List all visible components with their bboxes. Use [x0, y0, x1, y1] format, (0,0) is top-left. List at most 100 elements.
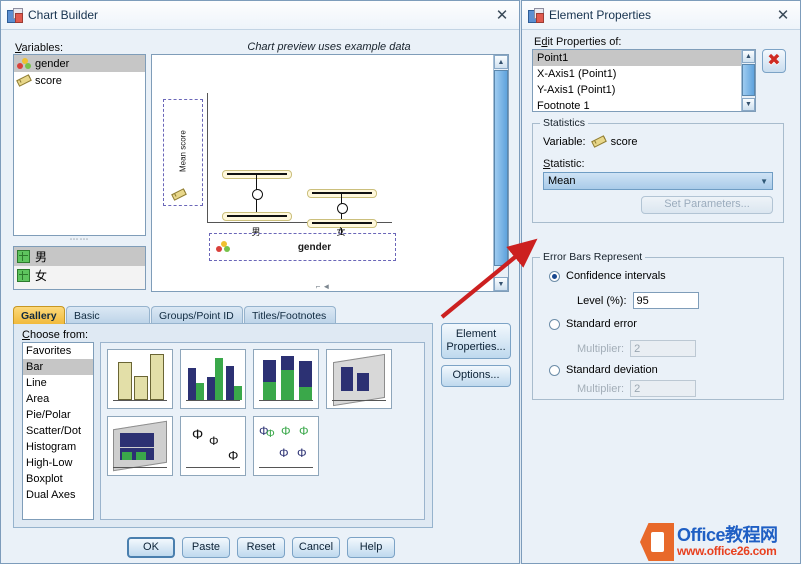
y-axis-drop-label: Mean score [178, 130, 188, 172]
scrollbar-thumb[interactable] [494, 70, 508, 266]
y-axis-line [207, 93, 208, 223]
choose-from-list[interactable]: Favorites Bar Line Area Pie/Polar Scatte… [22, 342, 94, 520]
scroll-up-icon[interactable]: ▲ [494, 55, 508, 69]
variable-row-score[interactable]: score [14, 72, 145, 89]
variable-row-gender[interactable]: gender [14, 55, 145, 72]
tab-basic-elements[interactable]: Basic Elements [66, 306, 150, 340]
choose-item-high-low[interactable]: High-Low [23, 455, 93, 471]
standard-deviation-multiplier-row: Multiplier: 2 [577, 380, 697, 397]
chart-preview-pane[interactable]: Mean score 男 女 gender ⌐◄ ▲ ▼ [151, 54, 509, 292]
category-row-male[interactable]: 男 [14, 247, 145, 266]
help-button[interactable]: Help [347, 537, 395, 558]
close-icon[interactable]: ✕ [491, 5, 513, 25]
x-axis-drop-zone[interactable]: gender [209, 233, 396, 261]
gallery-tabstrip: Gallery Basic Elements Groups/Point ID T… [13, 306, 433, 340]
error-bars-legend: Error Bars Represent [540, 251, 646, 263]
clustered-error-bar-thumb[interactable]: Φ Φ Φ Φ Φ Φ [253, 416, 319, 476]
radio-icon [549, 364, 560, 376]
choose-item-line[interactable]: Line [23, 375, 93, 391]
properties-item-point1[interactable]: Point1 [533, 50, 755, 66]
close-icon[interactable]: ✕ [772, 5, 794, 25]
red-x-icon: ✖ [767, 52, 781, 69]
y-axis-drop-zone[interactable]: Mean score [163, 99, 203, 206]
reset-button[interactable]: Reset [237, 537, 285, 558]
statistic-dropdown[interactable]: Mean ▼ [543, 172, 773, 190]
variable-label: Variable: [543, 136, 586, 148]
edit-properties-label: Edit Properties of: [534, 36, 622, 48]
choose-item-dual-axes[interactable]: Dual Axes [23, 487, 93, 503]
simple-error-bar-thumb[interactable]: Φ Φ Φ [180, 416, 246, 476]
choose-item-histogram[interactable]: Histogram [23, 439, 93, 455]
dialog-button-row: OK Paste Reset Cancel Help [1, 537, 521, 561]
properties-item-y-axis1[interactable]: Y-Axis1 (Point1) [533, 82, 755, 98]
radio-standard-deviation[interactable]: Standard deviation [549, 364, 658, 376]
variables-list[interactable]: gender score [13, 54, 146, 236]
simple-bar-thumb[interactable] [107, 349, 173, 409]
variable-name: gender [35, 57, 70, 70]
element-properties-button[interactable]: Element Properties... [441, 323, 511, 359]
standard-error-multiplier-row: Multiplier: 2 [577, 340, 697, 357]
radio-label: Standard deviation [566, 364, 658, 376]
preview-scrollbar[interactable]: ▲ ▼ [493, 55, 508, 291]
scale-ruler-icon [16, 73, 32, 87]
variables-label-text: ariables: [21, 42, 64, 54]
properties-item-x-axis1[interactable]: X-Axis1 (Point1) [533, 66, 755, 82]
radio-icon [549, 318, 560, 330]
tab-gallery[interactable]: Gallery [13, 306, 65, 324]
category-icon [17, 269, 30, 282]
tab-groups-point-id[interactable]: Groups/Point ID [151, 306, 243, 324]
choose-item-scatter-dot[interactable]: Scatter/Dot [23, 423, 93, 439]
choose-item-boxplot[interactable]: Boxplot [23, 471, 93, 487]
error-cap-upper [307, 189, 377, 198]
radio-label: Confidence intervals [566, 270, 666, 282]
scroll-down-icon[interactable]: ▼ [494, 277, 508, 291]
category-row-female[interactable]: 女 [14, 266, 145, 285]
preview-footnote-placeholder: ⌐◄ [315, 282, 333, 291]
preview-caption: Chart preview uses example data [247, 41, 411, 53]
multiplier-label: Multiplier: [577, 382, 625, 395]
level-percent-row: Level (%): 95 [577, 292, 699, 309]
choose-from-label-text: hoose from: [29, 329, 89, 341]
choose-item-area[interactable]: Area [23, 391, 93, 407]
category-list[interactable]: 男 女 [13, 246, 146, 290]
variable-name: score [35, 74, 62, 87]
properties-item-footnote1[interactable]: Footnote 1 [533, 98, 755, 111]
error-cap-lower [222, 212, 292, 221]
properties-scrollbar[interactable]: ▲ ▼ [741, 50, 755, 111]
scale-ruler-icon [171, 188, 187, 201]
clustered-3d-bar-thumb[interactable] [107, 416, 173, 476]
radio-standard-error[interactable]: Standard error [549, 318, 637, 330]
standard-deviation-multiplier-input[interactable]: 2 [630, 380, 697, 397]
radio-label: Standard error [566, 318, 637, 330]
cancel-button[interactable]: Cancel [292, 537, 340, 558]
tab-titles-footnotes[interactable]: Titles/Footnotes [244, 306, 336, 324]
radio-confidence-intervals[interactable]: Confidence intervals [549, 270, 666, 282]
choose-item-favorites[interactable]: Favorites [23, 343, 93, 359]
statistic-label-text: tatistic: [550, 158, 585, 170]
spss-chart-builder-screen: Chart Builder ✕ Variables: gender score … [0, 0, 801, 564]
mean-marker [252, 189, 263, 200]
standard-error-multiplier-input[interactable]: 2 [630, 340, 697, 357]
ok-button[interactable]: OK [127, 537, 175, 558]
chart-builder-window: Chart Builder ✕ Variables: gender score … [0, 0, 520, 564]
options-button[interactable]: Options... [441, 365, 511, 387]
level-percent-input[interactable]: 95 [632, 292, 699, 309]
chart-preview-canvas[interactable]: Mean score 男 女 gender ⌐◄ [152, 55, 496, 291]
stacked-bar-thumb[interactable] [253, 349, 319, 409]
category-label: 男 [35, 250, 48, 264]
statistics-variable-row: Variable: score [543, 135, 638, 148]
delete-element-button[interactable]: ✖ [762, 49, 786, 73]
statistics-legend: Statistics [540, 117, 589, 129]
paste-button[interactable]: Paste [182, 537, 230, 558]
scrollbar-thumb[interactable] [742, 64, 755, 96]
edit-properties-list[interactable]: Point1 X-Axis1 (Point1) Y-Axis1 (Point1)… [532, 49, 756, 112]
simple-3d-bar-thumb[interactable] [326, 349, 392, 409]
set-parameters-button[interactable]: Set Parameters... [641, 196, 773, 214]
choose-item-bar[interactable]: Bar [23, 359, 93, 375]
choose-item-pie-polar[interactable]: Pie/Polar [23, 407, 93, 423]
clustered-bar-thumb[interactable] [180, 349, 246, 409]
scroll-down-icon[interactable]: ▼ [742, 98, 755, 111]
scroll-up-icon[interactable]: ▲ [742, 50, 755, 63]
mean-marker [337, 203, 348, 214]
spss-app-icon [7, 8, 23, 23]
